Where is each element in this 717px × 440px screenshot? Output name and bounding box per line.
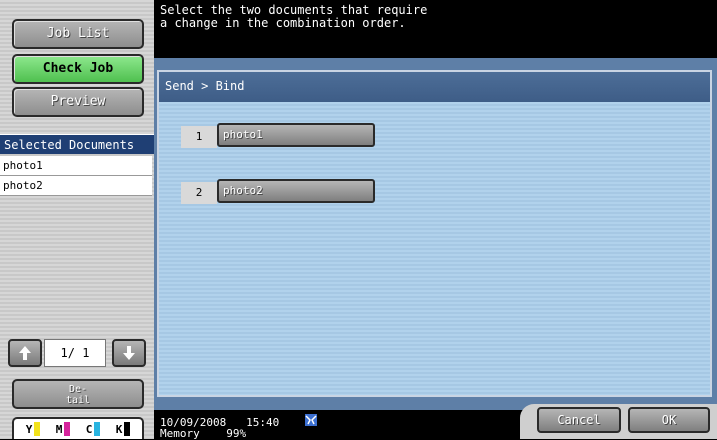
- cancel-button[interactable]: Cancel: [537, 407, 621, 433]
- time-text: 15:40: [246, 416, 280, 429]
- selected-documents-header: Selected Documents: [0, 134, 154, 154]
- page-indicator: 1/ 1: [44, 339, 106, 367]
- toner-yellow: Y: [26, 422, 41, 436]
- scroll-up-button[interactable]: [8, 339, 42, 367]
- toner-bar: [124, 422, 131, 436]
- arrow-down-icon: [123, 346, 135, 360]
- job-list-button[interactable]: Job List: [12, 19, 144, 49]
- breadcrumb: Send > Bind: [157, 70, 712, 102]
- memory-value: 99%: [226, 427, 247, 440]
- toner-black: K: [116, 422, 131, 436]
- detail-label-line1: De-: [68, 384, 88, 395]
- toner-letter: M: [55, 423, 63, 436]
- network-icon: [305, 414, 317, 426]
- detail-button[interactable]: De- tail: [12, 379, 144, 409]
- toner-magenta: M: [56, 422, 71, 436]
- toner-cyan: C: [86, 422, 101, 436]
- toner-bar: [94, 422, 101, 436]
- toner-letter: K: [115, 423, 123, 436]
- toner-bar: [34, 422, 41, 436]
- message-line-2: a change in the combination order.: [160, 16, 406, 30]
- left-panel: Job List Check Job Preview Selected Docu…: [0, 0, 154, 439]
- ok-button[interactable]: OK: [628, 407, 710, 433]
- toner-levels: Y M C K: [12, 417, 144, 439]
- scroll-down-button[interactable]: [112, 339, 146, 367]
- toner-letter: C: [85, 423, 93, 436]
- preview-button[interactable]: Preview: [12, 87, 144, 117]
- memory-label: Memory: [160, 427, 200, 440]
- document-button-photo1[interactable]: photo1: [217, 123, 375, 147]
- toner-letter: Y: [25, 423, 33, 436]
- date-time: 10/09/2008 15:40 Memory 99%: [160, 417, 360, 439]
- check-job-button[interactable]: Check Job: [12, 54, 144, 84]
- selected-document-item[interactable]: photo1: [0, 156, 152, 176]
- document-list-area: 1 photo1 2 photo2: [157, 102, 712, 397]
- instruction-message: Select the two documents that require a …: [160, 4, 700, 44]
- item-number: 2: [181, 182, 217, 204]
- item-number: 1: [181, 126, 217, 148]
- selected-document-item[interactable]: photo2: [0, 176, 152, 196]
- toner-bar: [64, 422, 71, 436]
- arrow-up-icon: [19, 346, 31, 360]
- detail-label-line2: tail: [65, 395, 91, 406]
- document-button-photo2[interactable]: photo2: [217, 179, 375, 203]
- memory-line: Memory 99%: [160, 428, 360, 439]
